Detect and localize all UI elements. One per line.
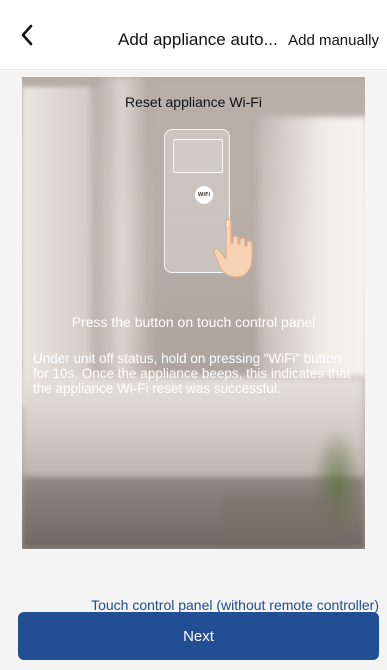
add-manually-button[interactable]: Add manually (288, 31, 379, 51)
page-title: Add appliance auto... (118, 30, 278, 49)
back-button[interactable] (14, 22, 40, 52)
wifi-button-illustration: WiFi (195, 186, 213, 204)
next-button[interactable]: Next (18, 612, 379, 660)
pointing-hand-icon (212, 217, 256, 281)
background-table (222, 497, 342, 537)
background-curtain (92, 77, 152, 377)
chevron-left-icon (20, 24, 34, 51)
header-bar: Add appliance auto... Add manually (0, 0, 387, 70)
background-window-right (257, 117, 365, 377)
panel-display (173, 139, 223, 173)
reset-illustration: Reset appliance Wi-Fi WiFi Press the but… (22, 77, 365, 549)
reset-title: Reset appliance Wi-Fi (125, 94, 262, 110)
instruction-caption: Press the button on touch control panel (71, 314, 316, 330)
instruction-text: Under unit off status, hold on pressing … (33, 351, 351, 396)
